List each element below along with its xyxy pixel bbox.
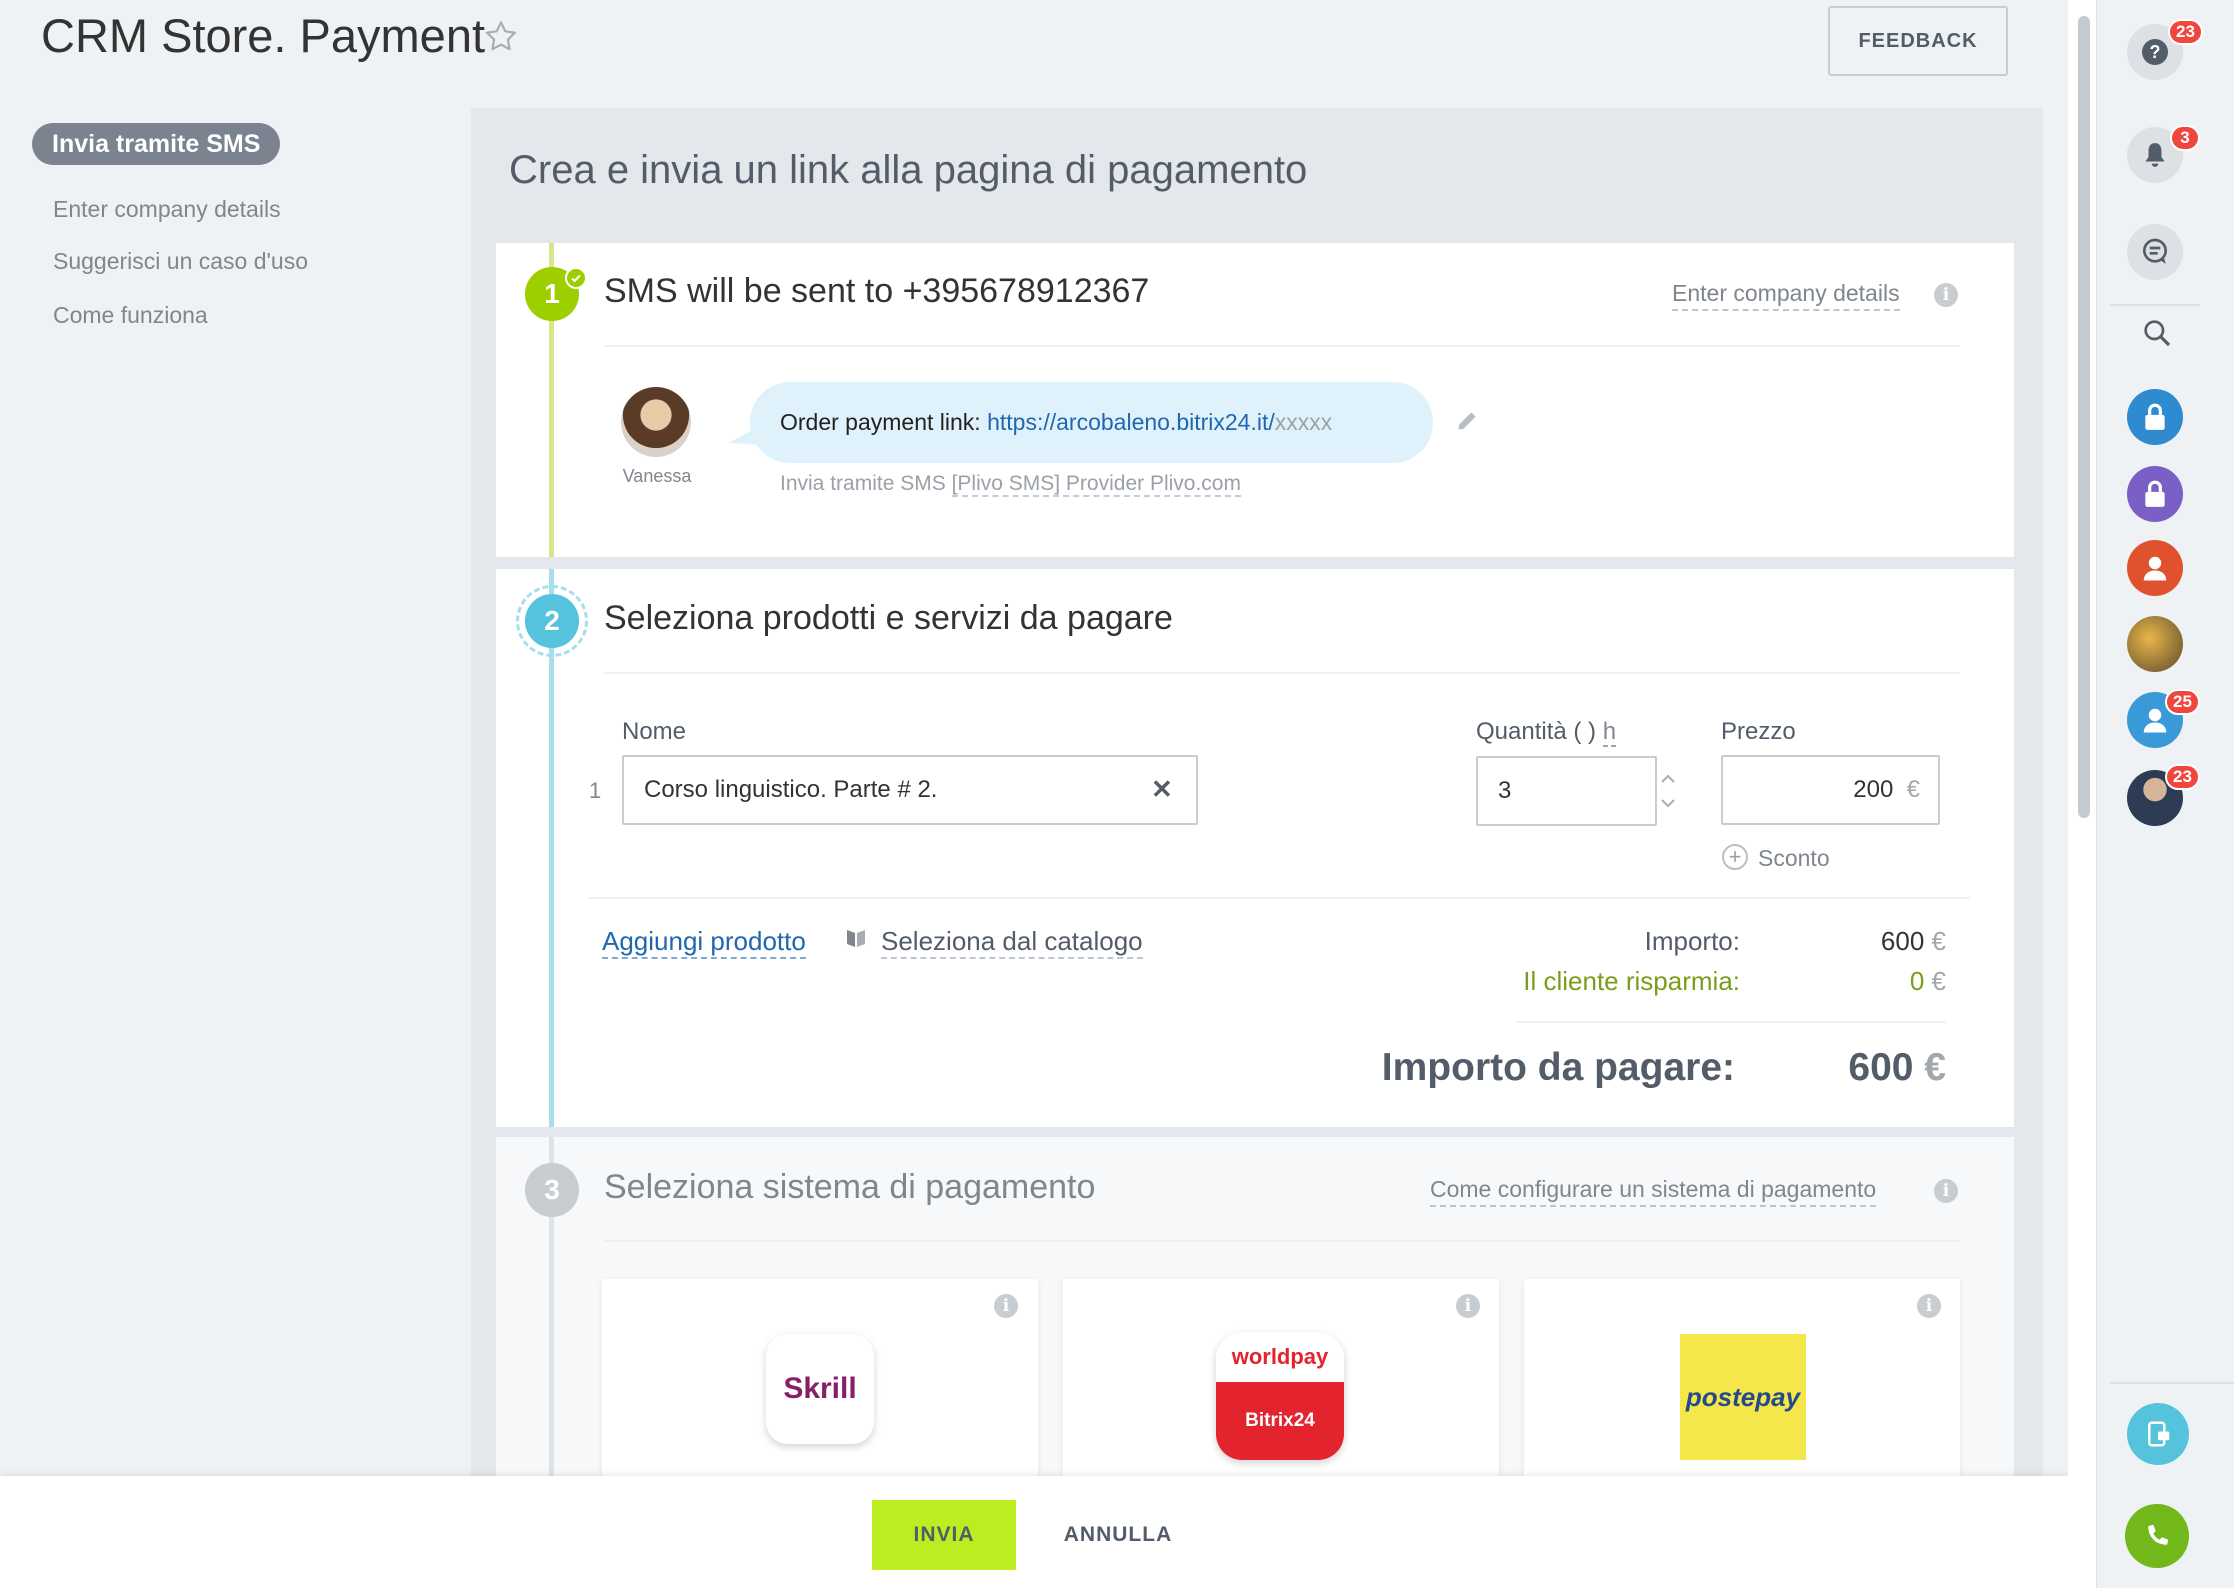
product-name-input[interactable]: Corso linguistico. Parte # 2. [622,755,1198,825]
message-prefix: Order payment link: [780,409,981,435]
user-icon[interactable] [2127,540,2183,596]
user-badge: 23 [2165,764,2200,790]
price-input[interactable]: 200 € [1721,755,1940,825]
payment-url-suffix: xxxxx [1274,409,1333,435]
quantity-stepper[interactable]: 3 [1476,756,1657,826]
products-divider [588,897,1970,899]
right-bar-divider [2110,1382,2234,1384]
user-avatar[interactable] [2127,616,2183,672]
page-title: CRM Store. Payment [41,9,486,62]
info-icon[interactable]: i [1917,1294,1941,1318]
info-icon[interactable]: i [994,1294,1018,1318]
user-badge: 25 [2165,689,2200,715]
step2-title: Seleziona prodotti e servizi da pagare [604,599,1173,637]
info-icon[interactable]: i [1934,283,1958,307]
step3-badge: 3 [525,1163,579,1217]
step2-badge: 2 [525,594,579,648]
catalog-icon [847,930,865,947]
sidebar-item-how-it-works[interactable]: Come funziona [53,302,208,329]
payment-url-link[interactable]: https://arcobaleno.bitrix24.it/ [987,409,1275,436]
add-discount-icon[interactable]: + [1722,844,1748,870]
price-column-label: Prezzo [1721,718,1796,745]
sidebar-item-use-case[interactable]: Suggerisci un caso d'uso [53,248,308,275]
provider-link[interactable]: [Plivo SMS] Provider Plivo.com [951,472,1241,497]
lock-icon[interactable] [2127,466,2183,522]
row-index: 1 [589,778,602,803]
pencil-icon[interactable] [1454,408,1480,434]
sidebar-item-sms[interactable]: Invia tramite SMS [32,123,281,165]
help-badge: 23 [2168,19,2203,45]
totals-divider [1516,1021,1946,1023]
name-column-label: Nome [622,718,687,745]
add-product-link[interactable]: Aggiungi prodotto [602,926,806,959]
phone-icon[interactable] [2125,1504,2189,1568]
worldpay-logo: worldpay Bitrix24 [1216,1332,1344,1460]
check-icon [565,267,587,289]
sms-bubble: Order payment link: https://arcobaleno.b… [750,382,1433,463]
step1-divider [604,345,1960,347]
stepper-arrows-icon[interactable] [1656,768,1680,814]
provider-line: Invia tramite SMS [Plivo SMS] Provider P… [780,472,1241,497]
star-icon[interactable] [482,18,520,56]
info-icon[interactable]: i [1934,1179,1958,1203]
panel-title: Crea e invia un link alla pagina di paga… [509,148,1308,192]
info-icon[interactable]: i [1456,1294,1480,1318]
postepay-logo: postepay [1680,1334,1806,1460]
step2-divider [604,672,1960,674]
provider-prefix: Invia tramite SMS [780,472,952,495]
scrollbar-thumb[interactable] [2078,16,2090,818]
clear-icon[interactable]: ✕ [1151,774,1173,805]
footer-bar [0,1476,2068,1588]
qty-column-label: Quantità ( ) h [1476,718,1617,747]
avatar [621,387,691,457]
sidebar-item-company-details[interactable]: Enter company details [53,196,281,223]
mobile-icon[interactable] [2127,1403,2189,1465]
right-bar-divider [2110,304,2200,306]
step3-title: Seleziona sistema di pagamento [604,1168,1096,1206]
sender-name: Vanessa [622,466,692,486]
unit-selector[interactable]: h [1602,718,1617,747]
notifications-badge: 3 [2170,125,2200,151]
configure-payment-link[interactable]: Come configurare un sistema di pagamento [1430,1176,1877,1207]
company-details-link[interactable]: Enter company details [1672,280,1900,311]
step1-title: SMS will be sent to +395678912367 [604,272,1150,310]
send-button[interactable]: INVIA [872,1500,1016,1570]
discount-link[interactable]: Sconto [1758,845,1830,872]
savings-label: Il cliente risparmia: [1523,966,1740,996]
savings-value: 0 € [1909,966,1946,996]
amount-value: 600 € [1880,926,1946,956]
skrill-logo: Skrill [766,1334,874,1444]
search-icon[interactable] [2141,317,2173,349]
select-catalog-link[interactable]: Seleziona dal catalogo [881,926,1143,959]
amount-label: Importo: [1644,926,1740,956]
lock-icon[interactable] [2127,389,2183,445]
total-value: 600 € [1848,1046,1946,1089]
chat-icon[interactable] [2127,224,2183,280]
total-label: Importo da pagare: [1381,1046,1735,1089]
step3-divider [604,1240,1960,1242]
feedback-button[interactable]: FEEDBACK [1828,6,2008,76]
cancel-button[interactable]: ANNULLA [1040,1500,1196,1570]
